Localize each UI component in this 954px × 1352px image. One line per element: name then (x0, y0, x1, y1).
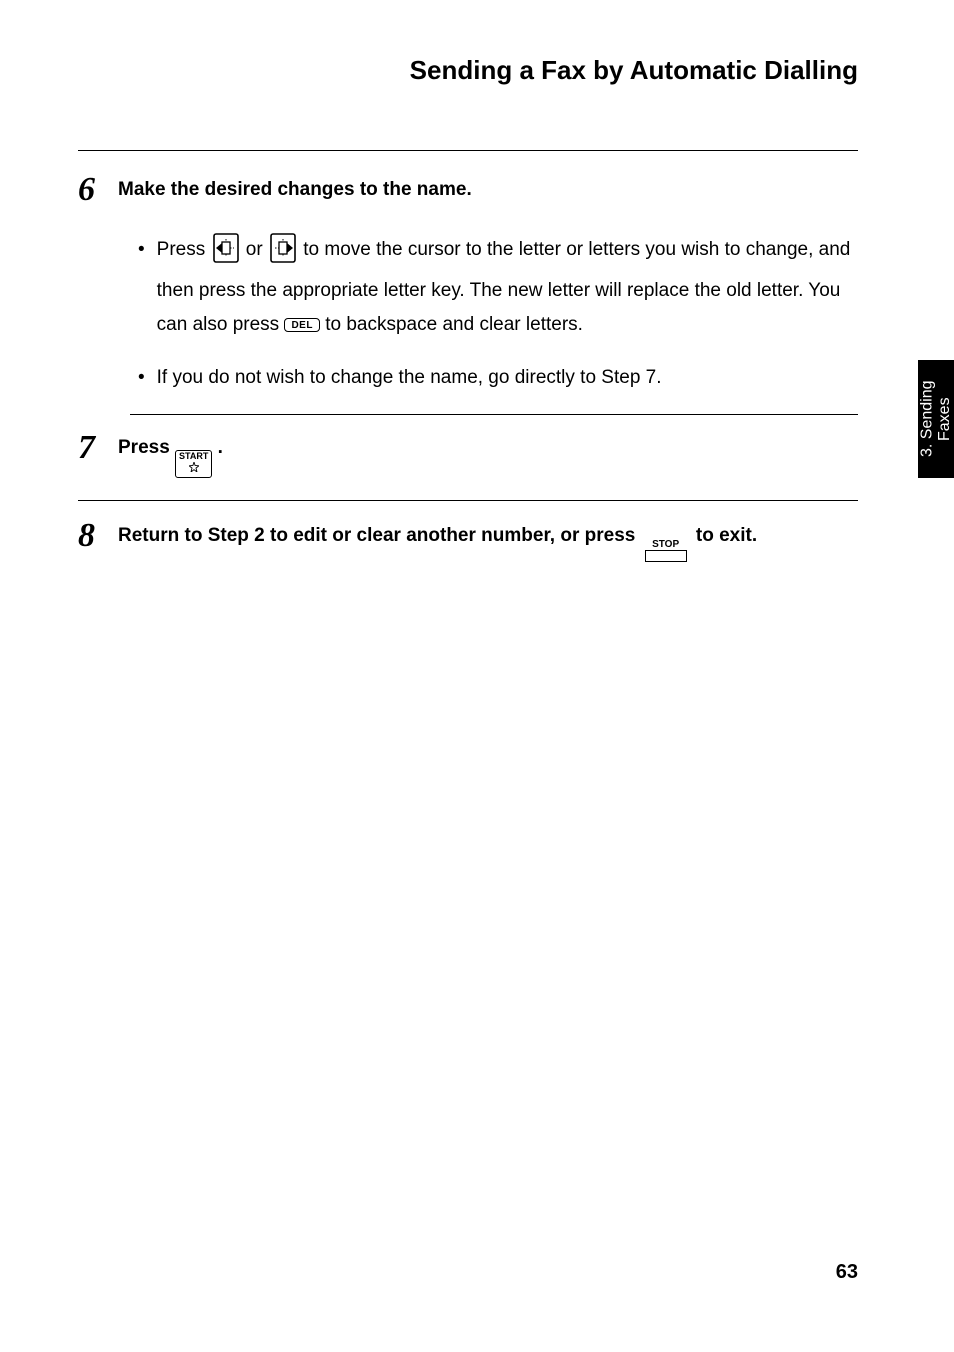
step-number: 8 (78, 519, 104, 553)
bullet-dot: • (138, 361, 145, 394)
bullet-item: • If you do not wish to change the name,… (138, 361, 858, 394)
bullet-item: • Press or (138, 233, 858, 341)
step-6: 6 Make the desired changes to the name. (78, 173, 858, 207)
divider (130, 414, 858, 415)
step-number: 6 (78, 173, 104, 207)
del-key-icon: DEL (284, 318, 320, 332)
step-heading-part: to exit. (696, 525, 757, 546)
right-arrow-key-icon (270, 233, 296, 274)
left-arrow-key-icon (213, 233, 239, 274)
step-heading-part: Return to Step 2 to edit or clear anothe… (118, 525, 641, 546)
bullet-text: If you do not wish to change the name, g… (157, 361, 858, 394)
step-6-bullets: • Press or (78, 233, 858, 394)
content-area: 6 Make the desired changes to the name. … (78, 150, 858, 562)
bullet-text: Press (157, 239, 211, 260)
start-key-icon: START (175, 450, 212, 478)
step-7: 7 Press START . (78, 431, 858, 478)
step-8: 8 Return to Step 2 to edit or clear anot… (78, 519, 858, 562)
page-title: Sending a Fax by Automatic Dialling (410, 55, 858, 86)
page-number: 63 (836, 1261, 858, 1284)
bullet-text: to backspace and clear letters. (325, 314, 583, 335)
step-heading-part: Press (118, 437, 175, 458)
divider (78, 150, 858, 151)
stop-key-icon: STOP (645, 540, 687, 562)
bullet-text: or (246, 239, 268, 260)
side-tab: 3. SendingFaxes (918, 360, 954, 478)
step-number: 7 (78, 431, 104, 465)
step-heading: Make the desired changes to the name. (118, 179, 858, 201)
bullet-dot: • (138, 233, 145, 341)
step-heading-part: . (218, 437, 223, 458)
divider (78, 500, 858, 501)
